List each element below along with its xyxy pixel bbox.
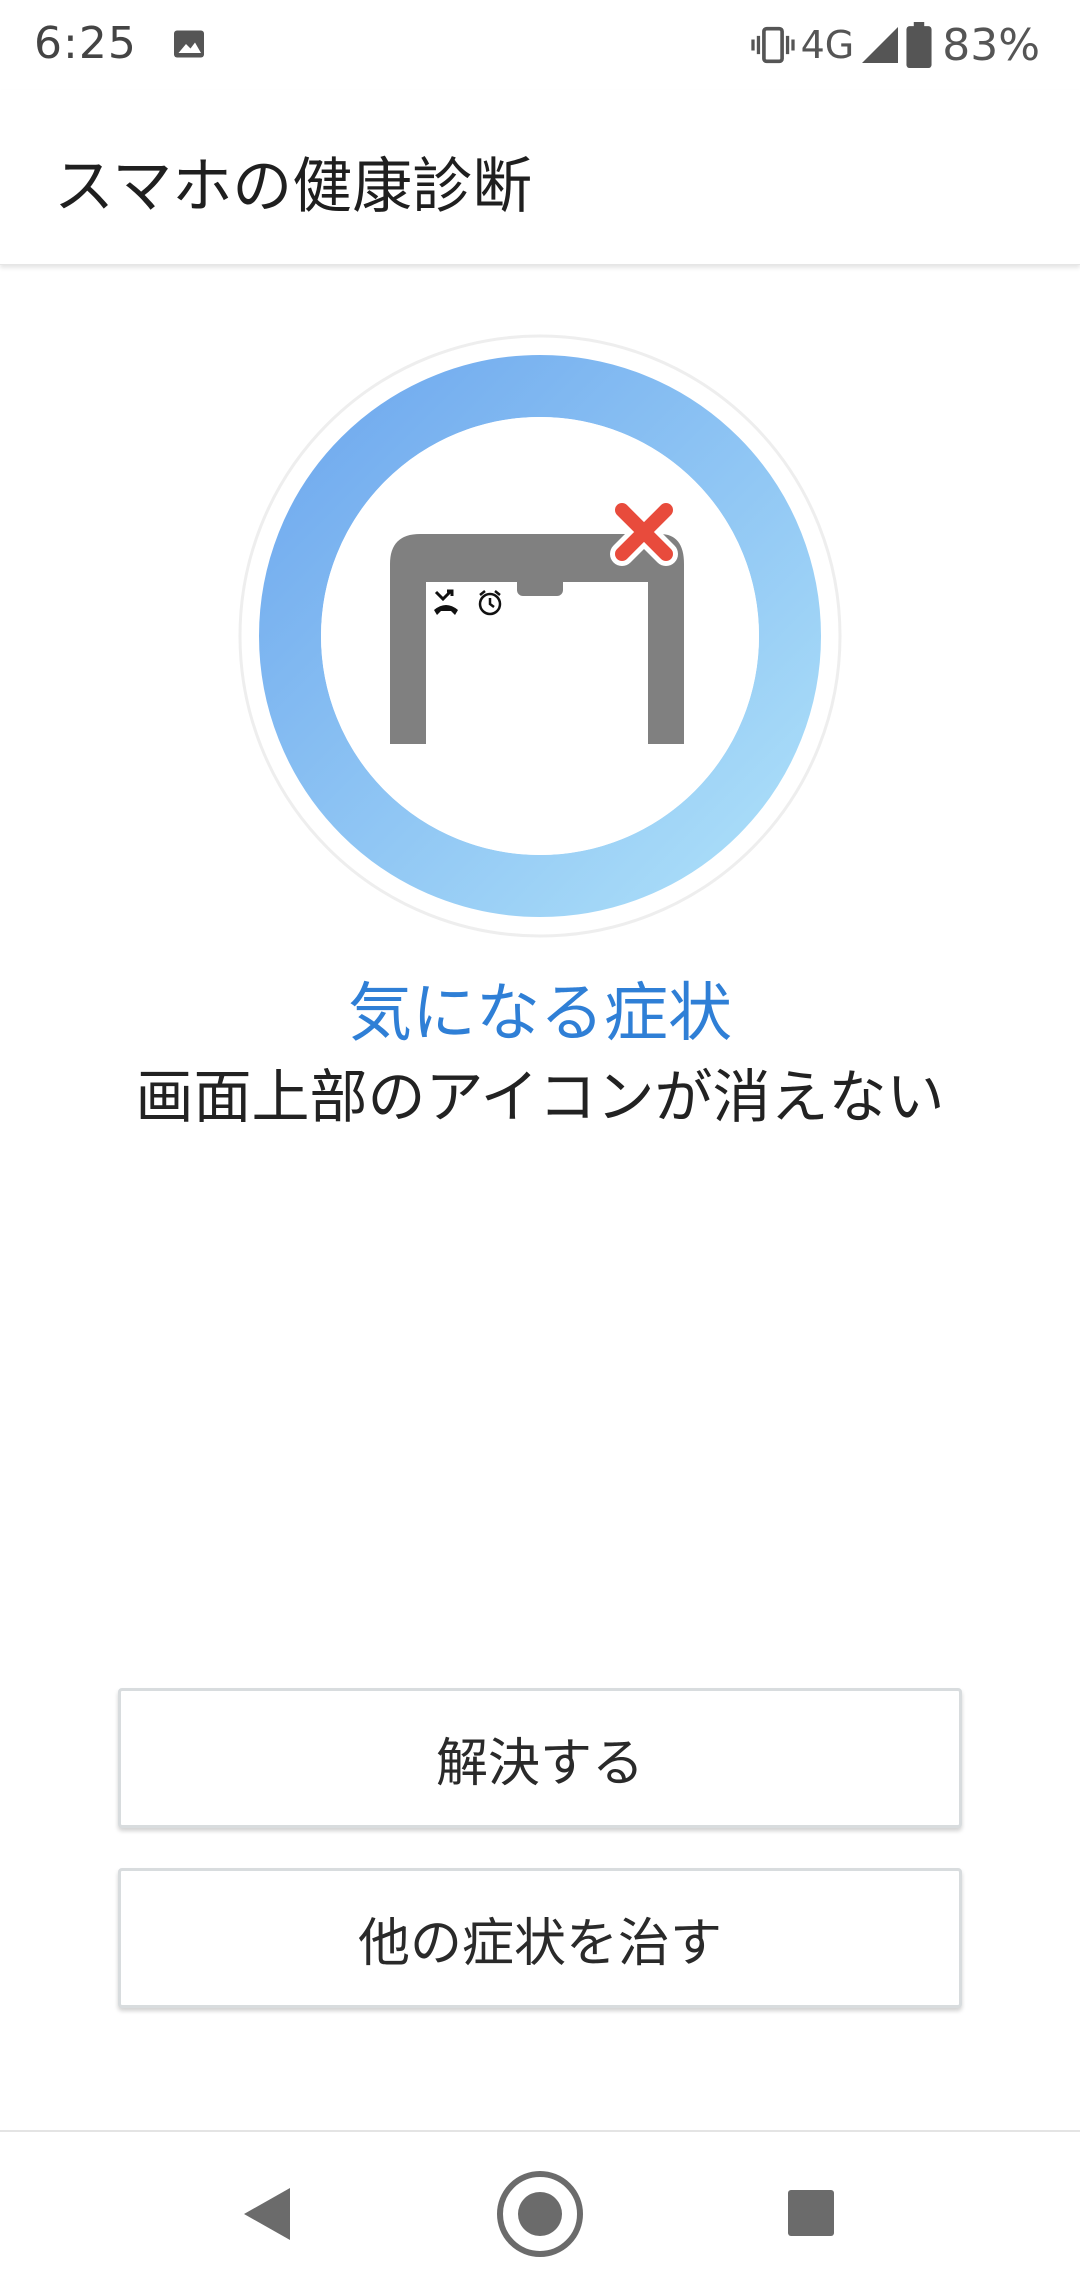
- symptom-label: 気になる症状: [348, 977, 732, 1051]
- app-bar: スマホの健康診断: [0, 90, 1080, 265]
- close-x-icon: [610, 498, 678, 566]
- status-bar: 6:25 4G 83%: [0, 0, 1080, 90]
- image-icon: [174, 30, 204, 58]
- symptom-description: 画面上部のアイコンが消えない: [135, 1063, 945, 1131]
- symptom-illustration: [238, 334, 842, 938]
- battery-percent: 83%: [942, 19, 1040, 71]
- vibrate-icon: [750, 26, 795, 64]
- solve-button[interactable]: 解決する: [118, 1688, 962, 1828]
- battery-icon: [906, 22, 932, 68]
- status-time: 6:25: [34, 18, 137, 69]
- back-icon[interactable]: [240, 2184, 294, 2244]
- status-indicators: 4G 83%: [750, 18, 1040, 72]
- home-icon[interactable]: [494, 2168, 586, 2260]
- page-title: スマホの健康診断: [54, 152, 533, 222]
- network-type: 4G: [800, 23, 855, 67]
- other-symptoms-button[interactable]: 他の症状を治す: [118, 1868, 962, 2008]
- navigation-bar: [0, 2130, 1080, 2282]
- recents-icon[interactable]: [786, 2188, 836, 2238]
- phone-notch: [517, 574, 563, 596]
- signal-icon: [862, 27, 899, 63]
